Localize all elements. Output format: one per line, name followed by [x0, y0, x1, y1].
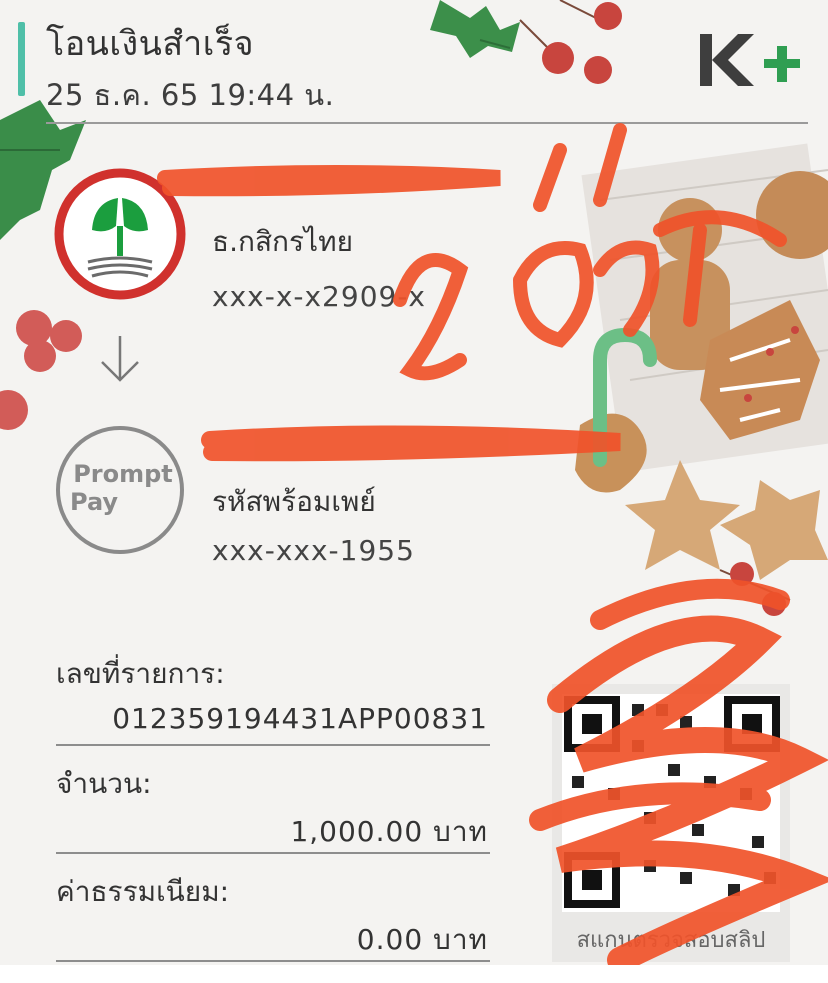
berries-left — [0, 310, 82, 430]
fee-label: ค่าธรรมเนียม: — [56, 875, 230, 908]
header-divider — [46, 122, 808, 124]
amount-value: 1,000.00 บาท — [290, 815, 488, 848]
receiver-type: รหัสพร้อมเพย์ — [212, 485, 376, 518]
arrow-down-icon — [101, 336, 139, 382]
amount-label: จำนวน: — [56, 767, 152, 800]
sender-account: xxx-x-x2909-x — [212, 280, 426, 313]
reference-label: เลขที่รายการ: — [56, 657, 225, 690]
qr-caption: สแกนตรวจสอบสลิป — [576, 928, 766, 953]
promptpay-logo-icon: Prompt Pay — [54, 424, 186, 556]
transaction-datetime: 25 ธ.ค. 65 19:44 น. — [46, 78, 335, 112]
receiver-account: xxx-xxx-1955 — [212, 534, 415, 567]
promptpay-logo-text-1: Prompt — [73, 460, 173, 488]
divider — [56, 960, 490, 962]
sender-bank: ธ.กสิกรไทย — [212, 225, 353, 258]
header-accent-bar — [18, 22, 25, 96]
holly-leaves-top — [430, 0, 520, 58]
divider — [56, 744, 490, 746]
gingerbread-cookies — [575, 171, 828, 580]
divider — [56, 852, 490, 854]
verification-qr-code[interactable] — [552, 684, 790, 962]
kbank-logo-icon — [54, 168, 186, 300]
kplus-logo-icon — [700, 34, 800, 86]
berries-right — [719, 562, 791, 616]
berries-top — [519, 0, 622, 84]
bottom-strip — [0, 965, 828, 983]
cookie-tray — [581, 143, 828, 473]
page-title: โอนเงินสำเร็จ — [46, 24, 255, 64]
reference-number: 012359194431APP00831 — [112, 702, 488, 735]
transfer-slip: โอนเงินสำเร็จ 25 ธ.ค. 65 19:44 น. ธ.กสิก… — [0, 0, 828, 965]
candy-cane — [593, 327, 657, 467]
promptpay-logo-text-2: Pay — [70, 488, 119, 516]
fee-value: 0.00 บาท — [356, 923, 488, 956]
